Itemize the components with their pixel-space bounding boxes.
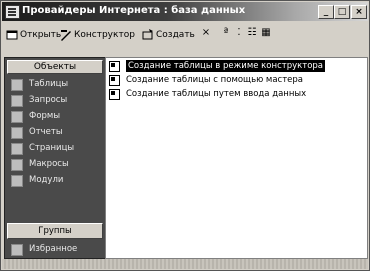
maximize-button[interactable]: □ — [334, 5, 350, 19]
nav-item-label: Отчеты — [29, 127, 63, 137]
nav-item-modules[interactable]: Модули — [11, 173, 101, 187]
nav-item-label: Макросы — [29, 159, 69, 169]
nav-item-label: Формы — [29, 111, 61, 121]
large-icons-icon[interactable]: ª — [221, 27, 231, 39]
status-bar — [2, 259, 368, 269]
close-button[interactable]: × — [351, 5, 367, 19]
nav-item-favorites[interactable]: Избранное — [11, 242, 101, 256]
toolbar: Открыть Конструктор Создать × ª ⁚ ☷ ▦ — [2, 23, 368, 45]
create-icon — [142, 28, 154, 41]
nav-item-label: Страницы — [29, 143, 75, 153]
list-view-icon[interactable]: ☷ — [247, 27, 257, 39]
report-icon — [11, 127, 23, 139]
nav-item-label: Избранное — [29, 244, 78, 254]
create-table-icon — [109, 89, 120, 100]
groups-header[interactable]: Группы — [7, 223, 103, 239]
database-icon — [5, 5, 20, 19]
list-item[interactable]: Создание таблицы в режиме конструктора — [109, 60, 364, 72]
nav-item-macros[interactable]: Макросы — [11, 157, 101, 171]
details-view-icon[interactable]: ▦ — [261, 27, 271, 39]
create-label: Создать — [156, 29, 195, 40]
object-list: Создание таблицы в режиме конструктора С… — [105, 57, 368, 259]
design-icon — [60, 29, 72, 41]
create-table-icon — [109, 61, 120, 72]
window-title: Провайдеры Интернета : база данных — [22, 5, 246, 16]
list-item-label: Создание таблицы в режиме конструктора — [126, 60, 326, 72]
open-button[interactable]: Открыть — [6, 27, 61, 42]
page-icon — [11, 143, 23, 155]
nav-item-reports[interactable]: Отчеты — [11, 125, 101, 139]
open-icon — [6, 29, 18, 41]
design-label: Конструктор — [74, 29, 135, 40]
title-bar[interactable]: Провайдеры Интернета : база данных _ □ × — [2, 2, 368, 21]
delete-icon[interactable]: × — [201, 27, 211, 39]
minimize-button[interactable]: _ — [318, 5, 334, 19]
database-window: Провайдеры Интернета : база данных _ □ ×… — [0, 0, 370, 271]
nav-item-forms[interactable]: Формы — [11, 109, 101, 123]
list-item-label: Создание таблицы путем ввода данных — [126, 89, 307, 99]
nav-item-tables[interactable]: Таблицы — [11, 77, 101, 91]
create-table-icon — [109, 75, 120, 86]
nav-item-queries[interactable]: Запросы — [11, 93, 101, 107]
open-label: Открыть — [20, 29, 62, 40]
objects-header[interactable]: Объекты — [7, 60, 103, 74]
query-icon — [11, 95, 23, 107]
nav-item-label: Запросы — [29, 95, 68, 105]
objects-bar: Объекты Таблицы Запросы Формы Отчеты Стр… — [4, 57, 106, 259]
nav-item-label: Модули — [29, 175, 64, 185]
list-item[interactable]: Создание таблицы путем ввода данных — [109, 88, 364, 100]
module-icon — [11, 175, 23, 187]
table-icon — [11, 79, 23, 91]
nav-item-pages[interactable]: Страницы — [11, 141, 101, 155]
macro-icon — [11, 159, 23, 171]
favorites-icon — [11, 244, 23, 256]
list-item-label: Создание таблицы с помощью мастера — [126, 75, 304, 85]
form-icon — [11, 111, 23, 123]
list-item[interactable]: Создание таблицы с помощью мастера — [109, 74, 364, 86]
small-icons-icon[interactable]: ⁚ — [234, 27, 244, 39]
nav-item-label: Таблицы — [29, 79, 69, 89]
design-button[interactable]: Конструктор — [60, 27, 135, 42]
create-button[interactable]: Создать — [142, 27, 195, 42]
